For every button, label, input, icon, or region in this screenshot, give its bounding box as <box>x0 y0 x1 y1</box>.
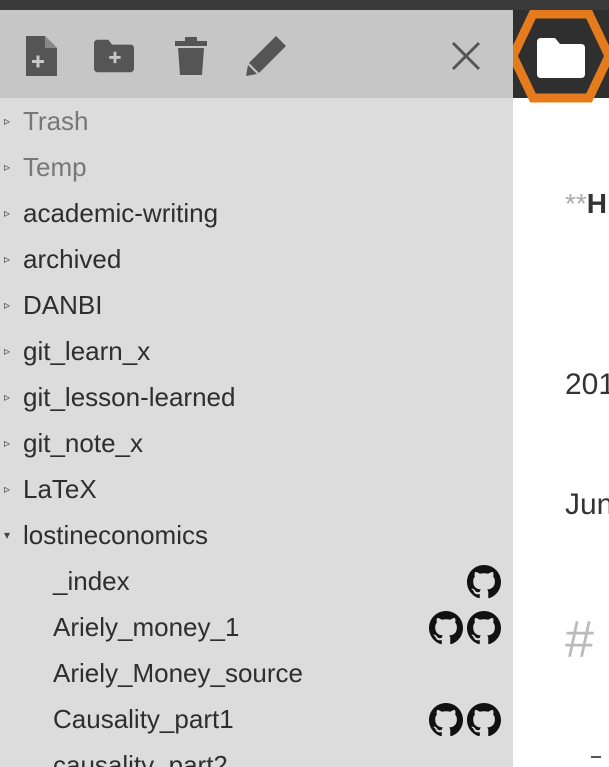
tree-folder-trash[interactable]: ▹ Trash <box>0 98 513 144</box>
tree-folder-git-lesson-learned[interactable]: ▹ git_lesson-learned <box>0 374 513 420</box>
tree-folder-label: git_note_x <box>23 428 143 458</box>
editor-header <box>513 10 609 103</box>
tree-folder-git-learn-x[interactable]: ▹ git_learn_x <box>0 328 513 374</box>
bold-marker: ** <box>565 188 587 219</box>
github-icon <box>467 565 501 599</box>
github-badges <box>429 611 501 645</box>
tree-folder-lostineconomics[interactable]: ▾ lostineconomics <box>0 512 513 558</box>
tree-folder-label: Trash <box>23 106 89 136</box>
tree-file-causality-part1[interactable]: Causality_part1 <box>0 696 513 742</box>
tree-file-label: causality_part2 <box>53 750 228 767</box>
github-badges <box>467 565 501 599</box>
file-sidebar: ▹ Trash ▹ Temp ▹ academic-writing ▹ arch… <box>0 10 513 767</box>
tree-folder-danbi[interactable]: ▹ DANBI <box>0 282 513 328</box>
heading-marker: # <box>565 611 594 669</box>
sidebar-toggle-button[interactable] <box>513 10 609 117</box>
tree-file-ariely-money-source[interactable]: Ariely_Money_source <box>0 650 513 696</box>
sidebar-toolbar <box>0 10 513 98</box>
editor-pane[interactable]: **H 201 Jun # <box>513 10 609 767</box>
file-tree: ▹ Trash ▹ Temp ▹ academic-writing ▹ arch… <box>0 98 513 767</box>
collapsed-triangle-icon: ▹ <box>4 252 11 266</box>
github-icon <box>467 703 501 737</box>
collapsed-triangle-icon: ▹ <box>4 436 11 450</box>
editor-line-month: Jun <box>565 488 609 521</box>
editor-line-year: 201 <box>565 368 609 401</box>
close-icon[interactable] <box>446 36 486 76</box>
tree-folder-academic-writing[interactable]: ▹ academic-writing <box>0 190 513 236</box>
tree-folder-temp[interactable]: ▹ Temp <box>0 144 513 190</box>
tree-file-ariely-money-1[interactable]: Ariely_money_1 <box>0 604 513 650</box>
tree-folder-git-note-x[interactable]: ▹ git_note_x <box>0 420 513 466</box>
bold-text: H <box>586 188 608 219</box>
tree-file-causality-part2[interactable]: causality_part2 <box>0 742 513 767</box>
tree-folder-label: git_learn_x <box>23 336 151 366</box>
tree-file-index[interactable]: _index <box>0 558 513 604</box>
collapsed-triangle-icon: ▹ <box>4 482 11 496</box>
tree-file-label: Ariely_Money_source <box>53 658 304 688</box>
collapsed-triangle-icon: ▹ <box>4 114 11 128</box>
tree-folder-label: academic-writing <box>23 198 219 228</box>
window-top-bar <box>0 0 609 10</box>
folder-plus-icon[interactable] <box>94 36 134 76</box>
trash-icon[interactable] <box>171 36 211 76</box>
collapsed-triangle-icon: ▹ <box>4 390 11 404</box>
pencil-icon[interactable] <box>246 36 286 76</box>
collapsed-triangle-icon: ▹ <box>4 206 11 220</box>
tree-folder-label: lostineconomics <box>23 520 208 550</box>
github-icon <box>467 611 501 645</box>
collapsed-triangle-icon: ▹ <box>4 344 11 358</box>
tree-file-label: Causality_part1 <box>53 704 234 734</box>
tree-folder-label: LaTeX <box>23 474 97 504</box>
editor-bold-line: **H <box>565 188 607 220</box>
github-badges <box>429 703 501 737</box>
github-icon <box>429 703 463 737</box>
collapsed-triangle-icon: ▹ <box>4 298 11 312</box>
file-plus-icon[interactable] <box>20 36 60 76</box>
tree-folder-label: Temp <box>23 152 87 182</box>
tree-folder-label: archived <box>23 244 122 274</box>
tree-file-label: Ariely_money_1 <box>53 612 240 642</box>
tree-folder-label: DANBI <box>23 290 103 320</box>
editor-underline-fragment <box>591 756 601 758</box>
collapsed-triangle-icon: ▹ <box>4 160 11 174</box>
github-icon <box>429 611 463 645</box>
tree-folder-label: git_lesson-learned <box>23 382 236 412</box>
tree-file-label: _index <box>53 566 130 596</box>
folder-icon <box>537 38 585 78</box>
tree-folder-latex[interactable]: ▹ LaTeX <box>0 466 513 512</box>
expanded-triangle-icon: ▾ <box>4 528 11 542</box>
tree-folder-archived[interactable]: ▹ archived <box>0 236 513 282</box>
